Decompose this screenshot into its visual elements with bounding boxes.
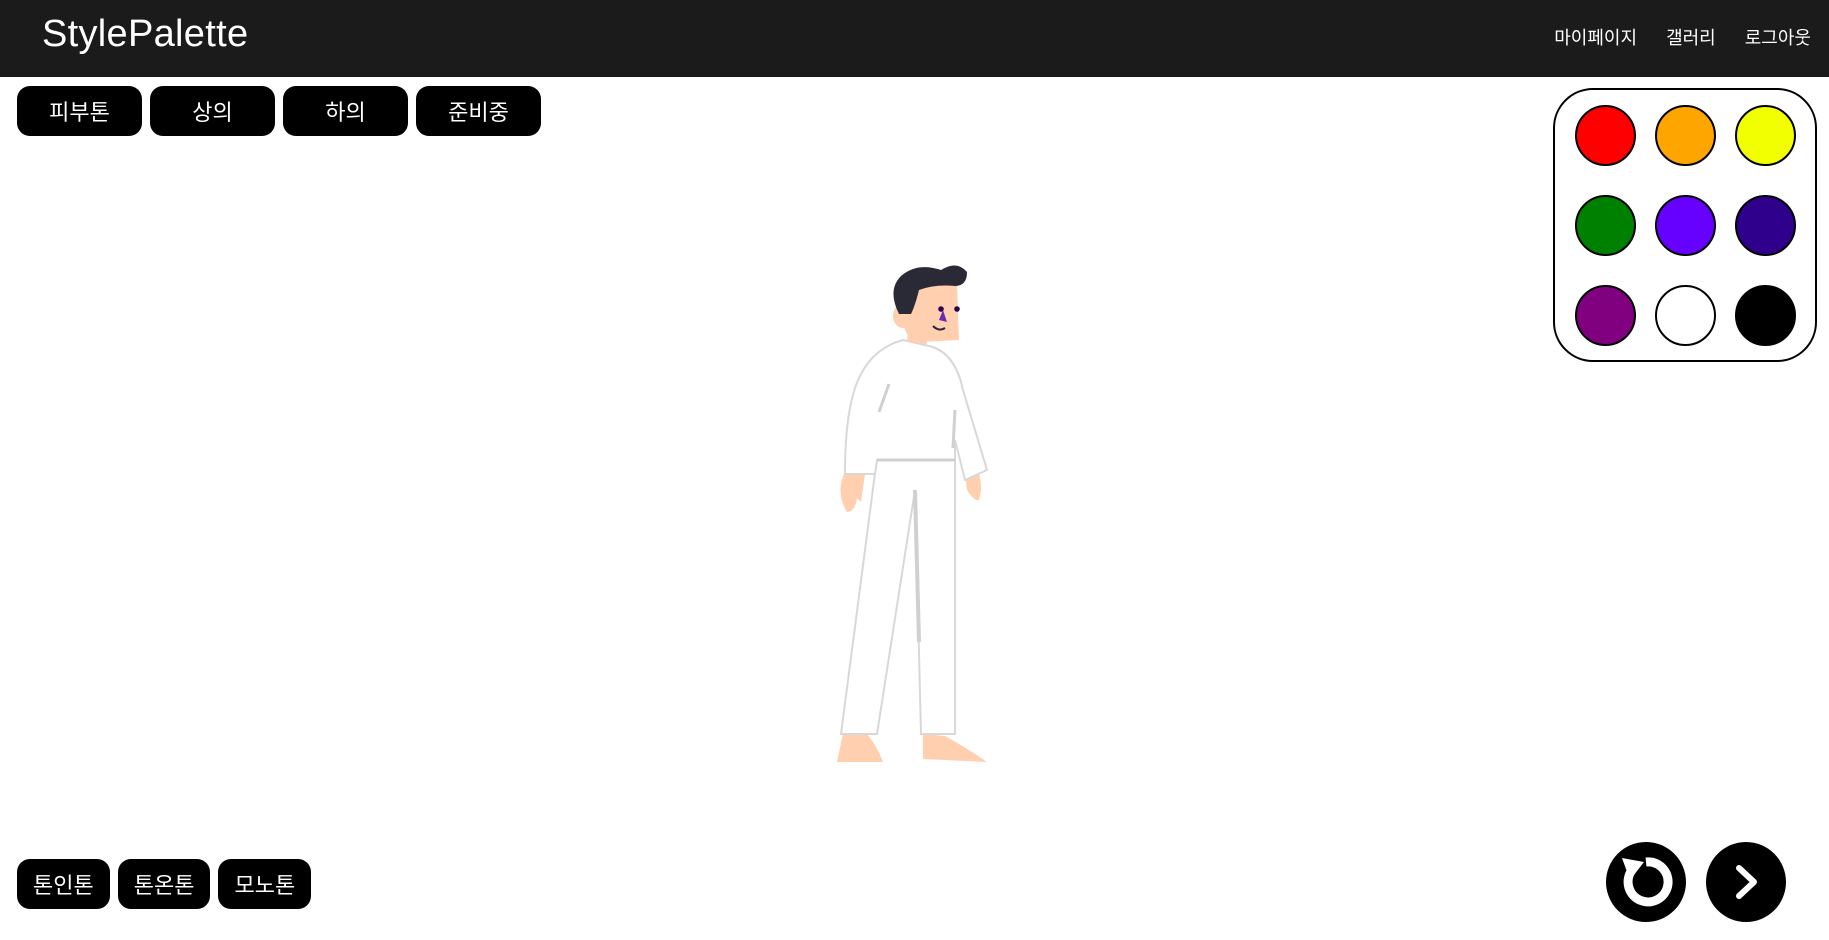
swatch-violet[interactable] — [1655, 195, 1716, 256]
pants — [839, 457, 956, 735]
tone-on-tone-button[interactable]: 톤온톤 — [117, 859, 211, 909]
monotone-button[interactable]: 모노톤 — [218, 859, 312, 909]
swatch-orange[interactable] — [1655, 105, 1716, 166]
left-foot — [837, 734, 883, 762]
swatch-white[interactable] — [1655, 285, 1716, 346]
brand-logo[interactable]: StylePalette — [42, 13, 248, 56]
tab-top[interactable]: 상의 — [150, 86, 275, 136]
harmony-buttons: 톤인톤 톤온톤 모노톤 — [17, 859, 312, 909]
nav-link-logout[interactable]: 로그아웃 — [1745, 24, 1811, 50]
swatch-yellow[interactable] — [1735, 105, 1796, 166]
right-foot — [923, 734, 987, 762]
swatch-purple[interactable] — [1575, 285, 1636, 346]
refresh-icon — [1622, 857, 1673, 907]
swatch-green[interactable] — [1575, 195, 1636, 256]
right-eye — [954, 306, 960, 312]
nav-links: 마이페이지 갤러리 로그아웃 — [1554, 24, 1811, 50]
reset-button[interactable] — [1606, 842, 1686, 922]
next-button[interactable] — [1706, 842, 1786, 922]
character-illustration — [837, 265, 989, 762]
swatch-black[interactable] — [1735, 285, 1796, 346]
tab-skin-tone[interactable]: 피부톤 — [17, 86, 142, 136]
left-hand — [840, 472, 865, 512]
tab-bottom[interactable]: 하의 — [283, 86, 408, 136]
tab-coming-soon[interactable]: 준비중 — [416, 86, 541, 136]
swatch-red[interactable] — [1575, 105, 1636, 166]
character-figure — [815, 262, 1005, 767]
tone-in-tone-button[interactable]: 톤인톤 — [17, 859, 110, 909]
nav-link-mypage[interactable]: 마이페이지 — [1554, 24, 1637, 50]
category-tabs: 피부톤 상의 하의 준비중 — [17, 86, 541, 136]
shirt-fold-right — [951, 409, 957, 449]
swatch-indigo[interactable] — [1735, 195, 1796, 256]
nav-link-gallery[interactable]: 갤러리 — [1666, 24, 1716, 50]
navbar: StylePalette 마이페이지 갤러리 로그아웃 — [0, 0, 1829, 77]
chevron-right-icon — [1736, 865, 1757, 899]
color-palette — [1553, 88, 1817, 362]
